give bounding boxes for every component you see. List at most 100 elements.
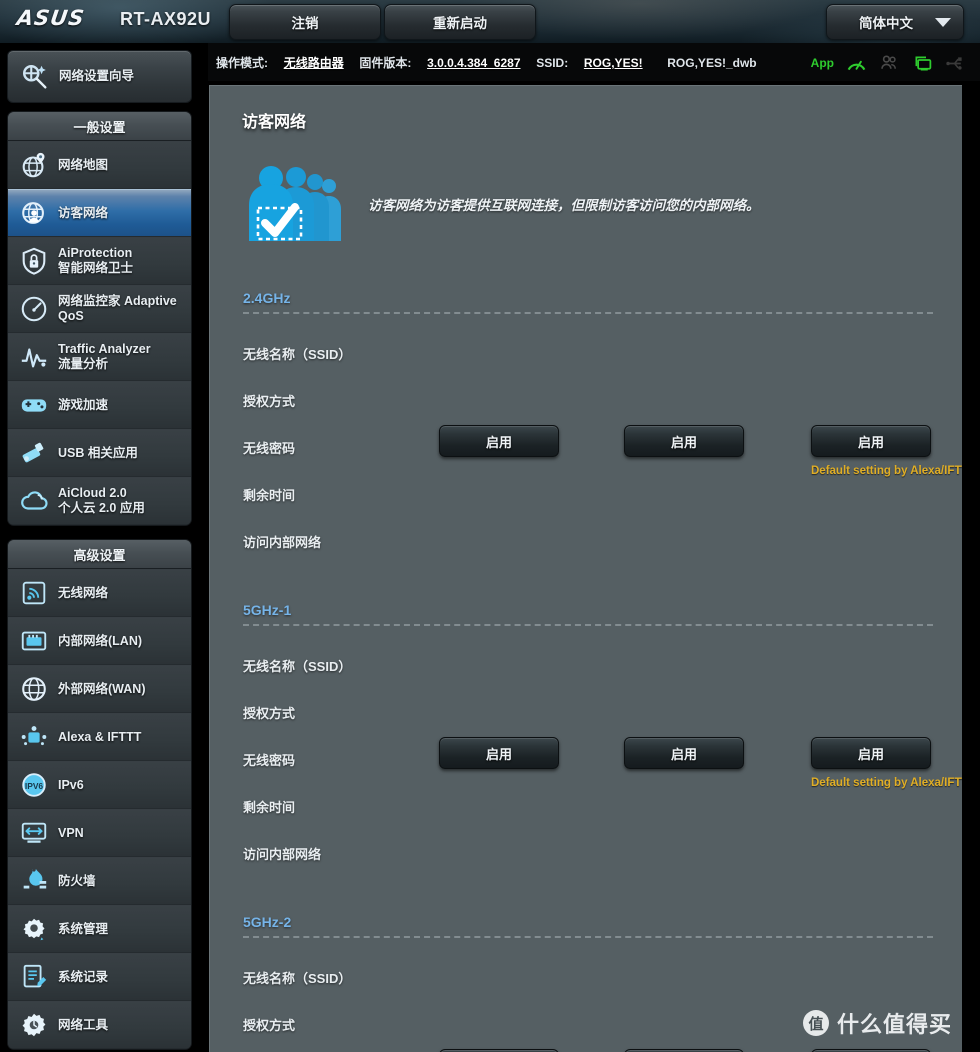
sidebar-item-aicloud[interactable]: AiCloud 2.0 个人云 2.0 应用: [8, 477, 191, 525]
band-rows: 无线名称（SSID） 授权方式 无线密码 剩余时间 访问内部网络 启用 启用 启…: [243, 642, 962, 877]
enable-button[interactable]: 启用: [624, 737, 744, 769]
usb-device-icon[interactable]: [912, 53, 933, 74]
clients-icon[interactable]: [879, 53, 900, 74]
network-tools-icon: [22, 1013, 46, 1037]
operation-mode-label: 操作模式:: [216, 56, 268, 70]
sidebar-item-label-line1: AiProtection: [58, 246, 133, 260]
sidebar-item-label: USB 相关应用: [58, 445, 138, 460]
language-select[interactable]: 简体中文: [826, 4, 964, 40]
band-divider: [243, 624, 933, 626]
sidebar-item-label: 防火墙: [58, 873, 96, 888]
traffic-analyzer-icon: [21, 348, 47, 368]
sidebar-item-wan[interactable]: 外部网络(WAN): [8, 665, 191, 713]
firewall-flame-icon: [23, 868, 47, 889]
firmware-version-value[interactable]: 3.0.0.4.384_6287: [427, 56, 520, 70]
administration-gear-icon: [23, 918, 45, 941]
sidebar-item-label-line1: Traffic Analyzer: [58, 342, 151, 356]
sidebar-item-label: 系统管理: [58, 921, 109, 936]
default-setting-note: Default setting by Alexa/IFTTT: [811, 777, 962, 789]
sidebar-item-label: Traffic Analyzer 流量分析: [58, 342, 151, 372]
sidebar-item-adaptive-qos[interactable]: 网络监控家 Adaptive QoS: [8, 285, 191, 333]
enable-button[interactable]: 启用: [439, 737, 559, 769]
operation-mode-value[interactable]: 无线路由器: [284, 56, 344, 70]
sidebar-item-label: 内部网络(LAN): [58, 633, 143, 648]
asus-logo: ASUS: [15, 6, 87, 30]
vpn-icon: [21, 822, 47, 843]
sidebar-item-network-wizard[interactable]: 网络设置向导: [7, 50, 192, 103]
sidebar-item-label-line2: 个人云 2.0 应用: [58, 501, 145, 515]
language-select-label: 简体中文: [859, 16, 913, 31]
guest-network-icon: [22, 202, 44, 224]
sidebar-item-guest-network[interactable]: 访客网络: [8, 189, 191, 237]
enable-button[interactable]: 启用: [811, 737, 931, 769]
ssid-value-primary[interactable]: ROG,YES!: [584, 56, 643, 70]
field-label-auth-method: 授权方式: [243, 706, 296, 721]
logout-button[interactable]: 注销: [229, 4, 381, 40]
speedometer-icon[interactable]: [846, 53, 867, 74]
sidebar-item-network-map[interactable]: 网络地图: [8, 141, 191, 189]
sidebar-item-vpn[interactable]: VPN: [8, 809, 191, 857]
ssid-label: SSID:: [536, 56, 569, 70]
sidebar-item-label: 无线网络: [58, 585, 109, 600]
page-title: 访客网络: [242, 114, 307, 131]
sidebar-item-usb-application[interactable]: USB 相关应用: [8, 429, 191, 477]
sidebar-group-advanced: 高级设置 无线网络 内部网络(LAN) 外部网络(WAN) Alexa & IF…: [7, 539, 192, 1050]
sidebar-item-label: 系统记录: [58, 969, 109, 984]
usb-icon[interactable]: [945, 53, 966, 74]
sidebar-item-alexa-ifttt[interactable]: Alexa & IFTTT: [8, 713, 191, 761]
sidebar-item-network-tools[interactable]: 网络工具: [8, 1001, 191, 1049]
info-bar-text: 操作模式: 无线路由器 固件版本: 3.0.0.4.384_6287 SSID:…: [216, 54, 757, 71]
enable-button[interactable]: 启用: [811, 425, 931, 457]
asus-logo-text: ASUS: [15, 6, 87, 30]
sidebar-item-label: IPv6: [58, 777, 84, 792]
field-label-time-remaining: 剩余时间: [243, 800, 296, 815]
sidebar-item-label: 访客网络: [58, 205, 109, 220]
network-map-icon: [22, 152, 45, 178]
field-label-access-intranet: 访问内部网络: [243, 847, 322, 862]
sidebar-item-traffic-analyzer[interactable]: Traffic Analyzer 流量分析: [8, 333, 191, 381]
sidebar-item-ipv6[interactable]: IPV6 IPv6: [8, 761, 191, 809]
shield-lock-icon: [22, 247, 46, 275]
band-rows: 无线名称（SSID） 授权方式 无线密码 剩余时间 访问内部网络 启用 启用 启…: [243, 330, 962, 565]
band-buttons: 启用 启用 启用 Default setting by Alexa/IFTTT: [439, 425, 962, 477]
band-section-2-4ghz: 2.4GHz 无线名称（SSID） 授权方式 无线密码 剩余时间 访问内部网络 …: [243, 290, 962, 565]
router-admin-page: ASUS RT-AX92U 注销 重新启动 简体中文 操作模式: 无线路由器 固…: [0, 0, 980, 1052]
band-buttons: 启用 启用 启用 Default setting by Alexa/IFTTT: [439, 737, 962, 789]
sidebar-item-label-line2: QoS: [58, 309, 84, 323]
enable-button[interactable]: 启用: [439, 425, 559, 457]
sidebar-item-label: AiProtection 智能网络卫士: [58, 246, 133, 276]
sidebar-item-label: 网络地图: [58, 157, 109, 172]
content-panel: 访客网络 访客网络为访客提供互联网连接，但限制访客访问您的内部网络。 2.4GH…: [209, 85, 962, 1052]
band-name: 5GHz-1: [243, 602, 292, 618]
sidebar-item-administration[interactable]: 系统管理: [8, 905, 191, 953]
sidebar-item-firewall[interactable]: 防火墙: [8, 857, 191, 905]
reboot-button[interactable]: 重新启动: [384, 4, 536, 40]
field-label-auth-method: 授权方式: [243, 394, 296, 409]
sidebar-item-aiprotection[interactable]: AiProtection 智能网络卫士: [8, 237, 191, 285]
field-label-ssid: 无线名称（SSID）: [243, 659, 352, 674]
sidebar-group-general: 一般设置 网络地图 访客网络 AiProtection 智能网络卫士 网络监控家…: [7, 111, 192, 526]
band-rows: 无线名称（SSID） 授权方式 无线密码 剩余时间 访问内部网络 启用 启用 启…: [243, 954, 933, 1052]
enable-button[interactable]: 启用: [624, 425, 744, 457]
sidebar-item-label: Alexa & IFTTT: [58, 729, 142, 744]
band-section-5ghz-2: 5GHz-2 无线名称（SSID） 授权方式 无线密码 剩余时间 访问内部网络 …: [243, 914, 933, 1052]
sidebar-item-wireless[interactable]: 无线网络: [8, 569, 191, 617]
router-model-name: RT-AX92U: [120, 9, 212, 29]
sidebar-item-label: 网络设置向导: [59, 69, 135, 83]
sidebar-item-game-boost[interactable]: 游戏加速: [8, 381, 191, 429]
field-label-time-remaining: 剩余时间: [243, 488, 296, 503]
wan-globe-icon: [22, 677, 46, 701]
sidebar-group-title: 高级设置: [8, 540, 191, 569]
band-name: 5GHz-2: [243, 914, 292, 930]
gauge-icon: [21, 296, 47, 322]
field-label-access-intranet: 访问内部网络: [243, 535, 322, 550]
field-label-ssid: 无线名称（SSID）: [243, 347, 352, 362]
band-divider: [243, 312, 933, 314]
band-name: 2.4GHz: [243, 290, 291, 306]
intro-block: 访客网络为访客提供互联网连接，但限制访客访问您的内部网络。: [241, 159, 941, 249]
sidebar-group-title: 一般设置: [8, 112, 191, 141]
sidebar-item-lan[interactable]: 内部网络(LAN): [8, 617, 191, 665]
lan-icon: [21, 631, 47, 651]
sidebar-item-system-log[interactable]: 系统记录: [8, 953, 191, 1001]
app-label[interactable]: App: [811, 56, 834, 70]
